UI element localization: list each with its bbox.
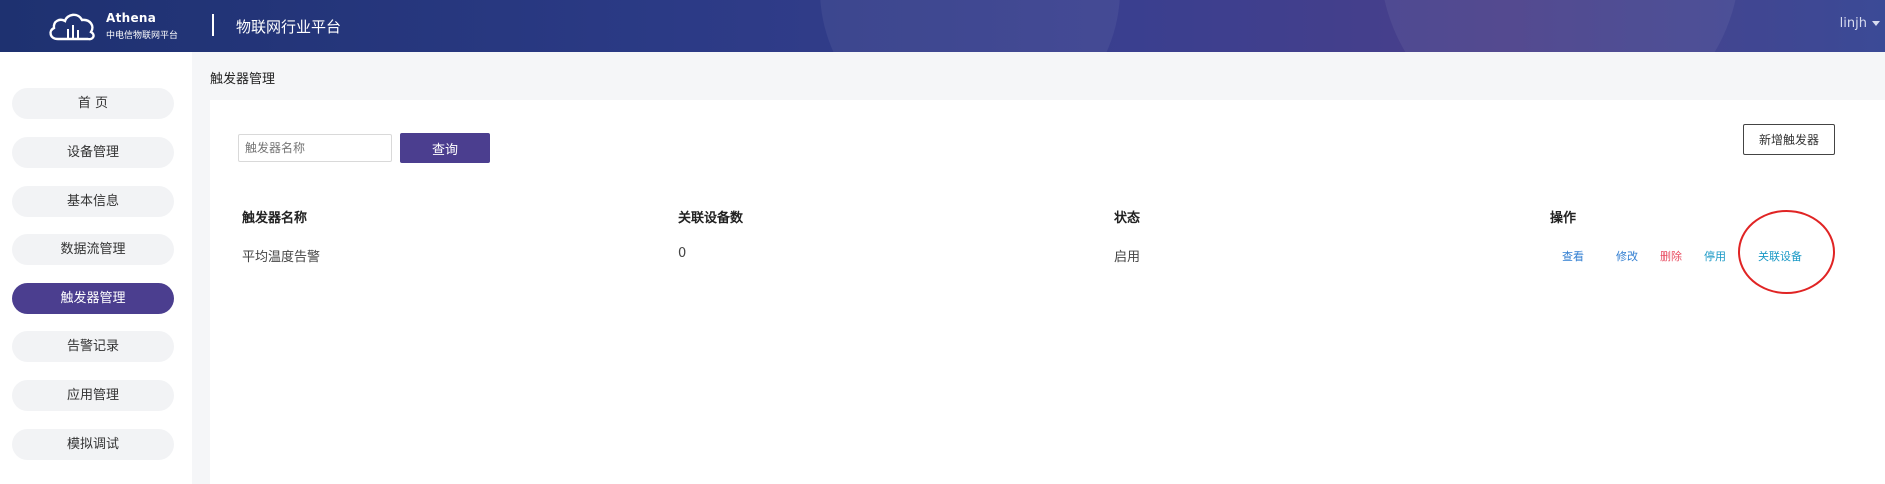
trigger-name-cell: 平均温度告警 — [242, 250, 321, 265]
device-count-cell: 0 — [678, 246, 687, 261]
highlight-circle — [1738, 210, 1835, 294]
top-header: Athena 中电信物联网平台 物联网行业平台 linjh — [0, 0, 1885, 52]
sidebar-item-home[interactable]: 首 页 — [12, 88, 174, 119]
sidebar-item-data-stream[interactable]: 数据流管理 — [12, 234, 174, 265]
username: linjh — [1839, 16, 1867, 31]
status-cell: 启用 — [1114, 250, 1141, 265]
brand-subtitle: 中电信物联网平台 — [106, 31, 179, 41]
column-header-actions: 操作 — [1550, 211, 1577, 226]
brand-name: Athena — [106, 11, 157, 25]
platform-title: 物联网行业平台 — [236, 18, 342, 36]
column-header-trigger-name: 触发器名称 — [242, 211, 308, 226]
header-decoration — [1380, 0, 1740, 52]
sidebar-item-basic-info[interactable]: 基本信息 — [12, 186, 174, 217]
chevron-down-icon — [1872, 21, 1880, 26]
edit-link[interactable]: 修改 — [1616, 248, 1638, 264]
brand: Athena 中电信物联网平台 — [106, 11, 178, 41]
header-divider — [212, 14, 214, 36]
column-header-status: 状态 — [1114, 211, 1141, 226]
delete-link[interactable]: 删除 — [1660, 248, 1682, 264]
sidebar: 首 页 设备管理 基本信息 数据流管理 触发器管理 告警记录 应用管理 模拟调试 — [0, 52, 192, 484]
breadcrumb: 触发器管理 — [210, 72, 276, 87]
sidebar-item-device-management[interactable]: 设备管理 — [12, 137, 174, 168]
add-trigger-button[interactable]: 新增触发器 — [1743, 124, 1835, 155]
disable-link[interactable]: 停用 — [1704, 248, 1726, 264]
trigger-name-search-input[interactable] — [238, 134, 392, 162]
sidebar-item-alarm-records[interactable]: 告警记录 — [12, 331, 174, 362]
search-button[interactable]: 查询 — [400, 133, 490, 163]
column-header-device-count: 关联设备数 — [678, 211, 744, 226]
sidebar-item-trigger-management[interactable]: 触发器管理 — [12, 283, 174, 314]
view-link[interactable]: 查看 — [1562, 248, 1584, 264]
header-decoration — [820, 0, 1120, 52]
user-menu[interactable]: linjh — [1839, 16, 1880, 31]
cloud-logo-icon — [49, 13, 95, 41]
sidebar-item-simulation-debug[interactable]: 模拟调试 — [12, 429, 174, 460]
sidebar-item-app-management[interactable]: 应用管理 — [12, 380, 174, 411]
